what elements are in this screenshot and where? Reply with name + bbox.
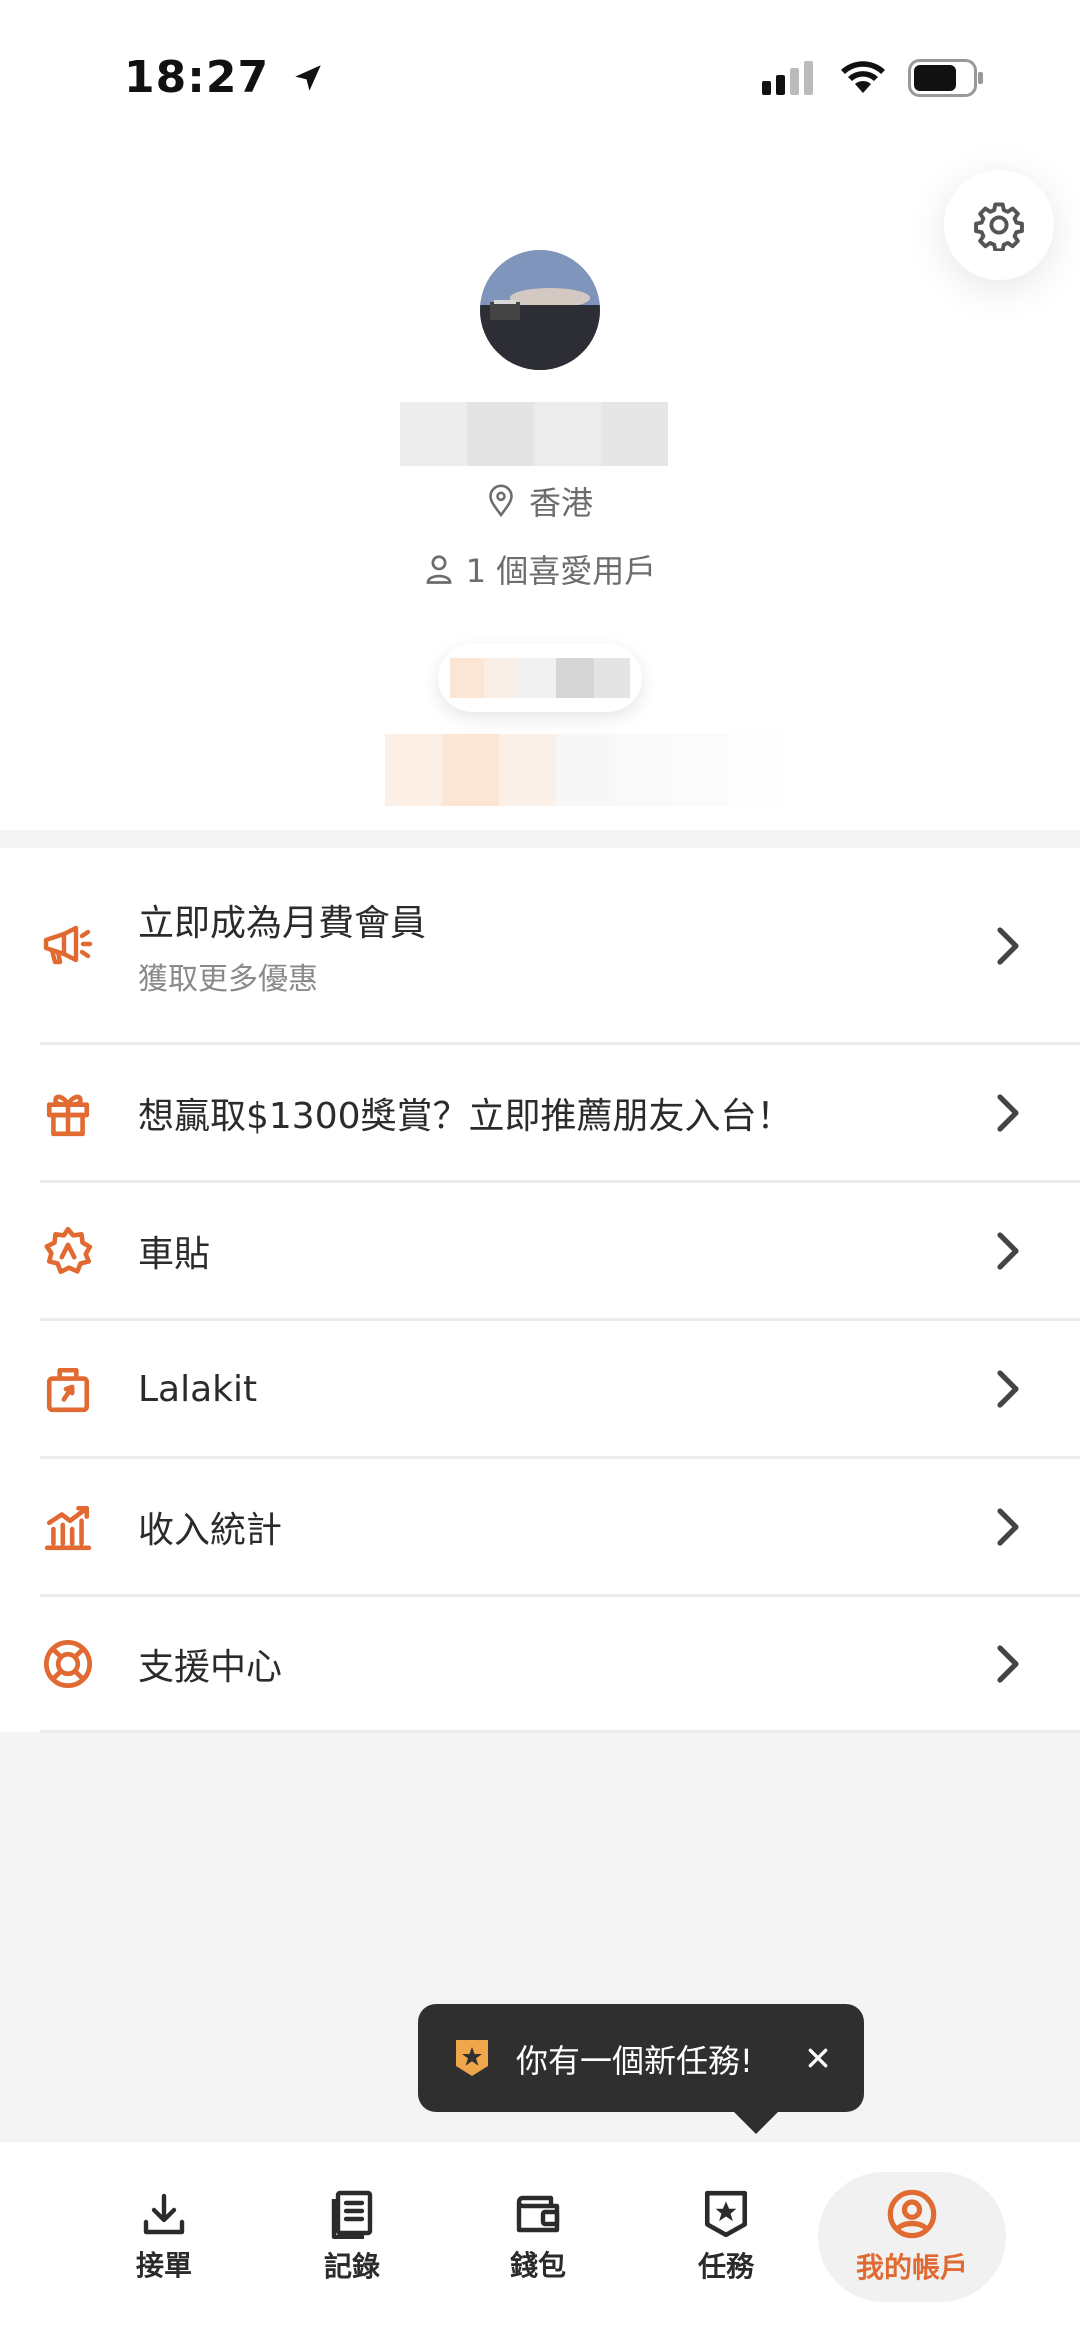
- menu-text: 支援中心: [138, 1638, 282, 1690]
- download-icon: [143, 2193, 185, 2235]
- cellular-signal-icon: [762, 61, 813, 95]
- account-menu: 立即成為月費會員 獲取更多優惠 想贏取$1300獎賞？立即推薦朋友入台！ 車貼 …: [0, 848, 1080, 1733]
- location-arrow-icon: [295, 65, 322, 91]
- menu-item-membership[interactable]: 立即成為月費會員 獲取更多優惠: [0, 848, 1080, 1044]
- menu-label: 支援中心: [138, 1647, 283, 1688]
- menu-text: 車貼: [138, 1225, 210, 1277]
- status-bar: 18:27: [0, 0, 1080, 150]
- nav-label: 我的帳戶: [855, 2251, 968, 2284]
- toast-pointer: [732, 2110, 780, 2134]
- menu-item-lalakit[interactable]: Lalakit: [0, 1320, 1080, 1458]
- nav-label: 接單: [135, 2249, 192, 2282]
- status-line-redacted: [385, 734, 785, 806]
- close-icon[interactable]: [794, 2034, 842, 2082]
- nav-label: 記錄: [323, 2250, 380, 2283]
- user-name-redacted: [400, 402, 668, 466]
- map-pin-icon: [489, 484, 513, 518]
- nav-label: 錢包: [509, 2249, 566, 2282]
- nav-item-records[interactable]: 記錄: [258, 2172, 446, 2302]
- menu-item-referral[interactable]: 想贏取$1300獎賞？立即推薦朋友入台！: [0, 1044, 1080, 1182]
- nav-item-accept-orders[interactable]: 接單: [70, 2172, 258, 2302]
- menu-item-income-stats[interactable]: 收入統計: [0, 1458, 1080, 1596]
- chevron-right-icon: [996, 1369, 1026, 1409]
- menu-text: 想贏取$1300獎賞？立即推薦朋友入台！: [138, 1087, 793, 1139]
- menu-text: Lalakit: [138, 1369, 257, 1410]
- sticker-badge-icon: [40, 1223, 96, 1279]
- status-icons: [762, 58, 984, 98]
- wifi-icon: [841, 61, 885, 93]
- favorite-users-row[interactable]: 1 個喜愛用戶: [0, 546, 1080, 592]
- chevron-right-icon: [996, 926, 1026, 966]
- menu-label: 想贏取$1300獎賞？立即推薦朋友入台！: [138, 1096, 793, 1137]
- divider: [40, 1730, 1080, 1733]
- task-badge-icon: [454, 2038, 490, 2082]
- menu-sublabel: 獲取更多優惠: [138, 962, 318, 997]
- account-icon: [887, 2189, 937, 2239]
- menu-item-support-center[interactable]: 支援中心: [0, 1596, 1080, 1732]
- nav-item-wallet[interactable]: 錢包: [444, 2172, 632, 2302]
- gift-icon: [40, 1085, 96, 1141]
- status-time: 18:27: [124, 52, 325, 103]
- menu-item-car-sticker[interactable]: 車貼: [0, 1182, 1080, 1320]
- person-icon: [426, 555, 452, 584]
- settings-button[interactable]: [944, 170, 1054, 280]
- battery-icon: [908, 59, 983, 97]
- new-task-toast[interactable]: 你有一個新任務!: [418, 2004, 864, 2112]
- favorite-users-text: 1 個喜愛用戶: [465, 552, 657, 590]
- membership-badge-redacted[interactable]: [438, 644, 642, 712]
- menu-label: 立即成為月費會員: [138, 903, 427, 944]
- records-icon: [331, 2190, 373, 2239]
- clock-text: 18:27: [124, 52, 270, 103]
- chevron-right-icon: [996, 1644, 1026, 1684]
- location-text: 香港: [528, 484, 593, 522]
- chevron-right-icon: [996, 1093, 1026, 1133]
- chevron-right-icon: [996, 1231, 1026, 1271]
- megaphone-icon: [40, 918, 96, 974]
- menu-label: 收入統計: [138, 1510, 283, 1551]
- bag-icon: [40, 1361, 96, 1417]
- lifebuoy-icon: [40, 1636, 96, 1692]
- avatar-photo: [480, 250, 600, 370]
- profile-header: 香港 1 個喜愛用戶: [0, 150, 1080, 830]
- avatar[interactable]: [480, 250, 600, 370]
- bottom-navigation: 接單 記錄 錢包 任務 我的帳戶: [0, 2142, 1080, 2346]
- chart-icon: [40, 1499, 96, 1555]
- menu-text: 收入統計: [138, 1501, 282, 1553]
- toast-message: 你有一個新任務!: [516, 2042, 753, 2080]
- menu-text: 立即成為月費會員 獲取更多優惠: [138, 894, 426, 998]
- gear-icon: [974, 202, 1024, 251]
- chevron-right-icon: [996, 1507, 1026, 1547]
- nav-label: 任務: [697, 2250, 754, 2283]
- nav-item-tasks[interactable]: 任務: [632, 2172, 820, 2302]
- task-star-icon: [704, 2190, 748, 2238]
- location-row: 香港: [0, 478, 1080, 524]
- wallet-icon: [516, 2195, 560, 2233]
- menu-label: 車貼: [138, 1234, 211, 1275]
- menu-label: Lalakit: [138, 1368, 258, 1410]
- nav-item-my-account[interactable]: 我的帳戶: [818, 2172, 1006, 2302]
